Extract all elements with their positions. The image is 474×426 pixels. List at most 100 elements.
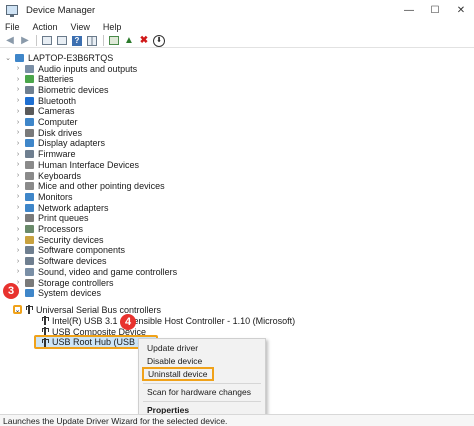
expand-collapse-toggle[interactable]: ⌄ (13, 305, 22, 314)
uninstall-device-button[interactable]: ✖ (138, 35, 150, 47)
chevron-right-icon[interactable]: › (14, 97, 22, 104)
tree-item-label: Disk drives (38, 127, 83, 138)
computer-icon (25, 118, 34, 126)
tree-item-label: Print queues (38, 213, 89, 224)
chevron-right-icon[interactable]: › (14, 172, 22, 179)
chevron-right-icon[interactable]: › (14, 65, 22, 72)
menu-bar: File Action View Help (0, 20, 474, 34)
tree-item-software-components[interactable]: › Software components (14, 245, 125, 256)
context-menu: Update driver Disable device Uninstall d… (138, 338, 266, 418)
tree-item-label: Monitors (38, 191, 73, 202)
title-bar: Device Manager — ☐ ✕ (0, 0, 474, 20)
chevron-right-icon[interactable]: › (14, 140, 22, 147)
battery-icon (25, 75, 34, 84)
menu-uninstall-device[interactable]: Uninstall device (142, 367, 214, 381)
disk-icon (25, 128, 34, 137)
minimize-button[interactable]: — (396, 0, 422, 20)
callout-badge-3: 3 (3, 283, 19, 299)
tree-item-computer[interactable]: › Computer (14, 117, 78, 128)
tree-item-label: Display adapters (38, 138, 106, 149)
chevron-right-icon[interactable]: › (14, 215, 22, 222)
network-icon (25, 203, 34, 212)
menu-help[interactable]: Help (103, 22, 122, 32)
grid-icon (87, 35, 97, 46)
close-button[interactable]: ✕ (448, 0, 474, 20)
tree-item-sound-video-and-game-controllers[interactable]: › Sound, video and game controllers (14, 266, 177, 277)
tree-item-bluetooth[interactable]: › Bluetooth (14, 95, 76, 106)
tree-item-display-adapters[interactable]: › Display adapters (14, 138, 105, 149)
tree-item-batteries[interactable]: › Batteries (14, 74, 74, 85)
chevron-right-icon[interactable]: › (14, 108, 22, 115)
tree-item-usb-host-controller[interactable]: Intel(R) USB 3.1 eXtensible Host Control… (38, 315, 295, 326)
chevron-right-icon[interactable]: › (14, 258, 22, 265)
tree-item-security-devices[interactable]: › Security devices (14, 234, 104, 245)
menu-view[interactable]: View (71, 22, 90, 32)
tree-item-storage-controllers[interactable]: › Storage controllers (14, 277, 114, 288)
update-driver-button[interactable]: ⬇ (153, 34, 165, 47)
usb-icon (41, 316, 49, 325)
menu-disable-device[interactable]: Disable device (147, 355, 202, 367)
display-icon (25, 139, 34, 148)
help-button[interactable]: ? (71, 35, 83, 47)
storage-icon (25, 278, 34, 287)
tree-item-audio-inputs-and-outputs[interactable]: › Audio inputs and outputs (14, 63, 137, 74)
tree-item-human-interface-devices[interactable]: › Human Interface Devices (14, 159, 139, 170)
tree-item-biometric-devices[interactable]: › Biometric devices (14, 84, 109, 95)
bluetooth-icon (25, 96, 34, 105)
menu-update-driver[interactable]: Update driver (147, 342, 198, 354)
maximize-button[interactable]: ☐ (422, 0, 448, 20)
tree-item-label: Cameras (38, 106, 75, 117)
chevron-right-icon[interactable]: › (14, 268, 22, 275)
show-hide-console-tree-button[interactable] (41, 35, 53, 47)
chevron-right-icon[interactable]: › (14, 151, 22, 158)
tree-item-usb-controllers[interactable]: ⌄ Universal Serial Bus controllers (13, 304, 161, 315)
tree-item-label: Biometric devices (38, 84, 109, 95)
chevron-right-icon[interactable]: › (14, 204, 22, 211)
tree-item-label: Mice and other pointing devices (38, 181, 165, 192)
tree-item-network-adapters[interactable]: › Network adapters (14, 202, 109, 213)
chevron-right-icon[interactable]: › (14, 161, 22, 168)
properties-button[interactable] (56, 35, 68, 47)
usb-icon (25, 305, 33, 314)
menu-file[interactable]: File (5, 22, 20, 32)
processor-icon (25, 225, 34, 233)
chevron-down-icon[interactable]: ⌄ (4, 54, 12, 62)
chevron-right-icon[interactable]: › (14, 236, 22, 243)
tree-item-label: Intel(R) USB 3.1 eXtensible Host Control… (52, 315, 296, 326)
window-controls: — ☐ ✕ (396, 0, 474, 20)
tree-root[interactable]: ⌄ LAPTOP-E3B6RTQS (4, 52, 113, 63)
toolbar-separator (36, 35, 37, 46)
tree-item-label: Firmware (38, 149, 76, 160)
forward-button[interactable]: ▶ (19, 35, 31, 47)
tree-item-monitors[interactable]: › Monitors (14, 191, 73, 202)
chevron-right-icon[interactable]: › (14, 247, 22, 254)
tree-item-software-devices[interactable]: › Software devices (14, 256, 107, 267)
system-icon (25, 289, 34, 298)
tree-item-cameras[interactable]: › Cameras (14, 106, 75, 117)
tree-item-label: Software components (38, 245, 126, 256)
chevron-right-icon[interactable]: › (14, 193, 22, 200)
tree-item-keyboards[interactable]: › Keyboards (14, 170, 81, 181)
tree-item-mice-and-other-pointing-devices[interactable]: › Mice and other pointing devices (14, 181, 165, 192)
menu-scan-hardware-changes[interactable]: Scan for hardware changes (147, 386, 251, 398)
tree-item-processors[interactable]: › Processors (14, 224, 83, 235)
tree-item-firmware[interactable]: › Firmware (14, 149, 76, 160)
view-button[interactable] (86, 35, 98, 47)
chevron-right-icon[interactable]: › (14, 76, 22, 83)
chevron-right-icon[interactable]: › (14, 129, 22, 136)
back-button[interactable]: ◀ (4, 35, 16, 47)
tree-item-system-devices[interactable]: ›System devices (14, 288, 101, 299)
chevron-right-icon[interactable]: › (14, 86, 22, 93)
enable-device-button[interactable]: ▲ (123, 35, 135, 47)
window-title: Device Manager (26, 4, 96, 16)
chevron-right-icon[interactable]: › (14, 226, 22, 233)
scan-hardware-button[interactable] (108, 35, 120, 47)
chevron-right-icon[interactable]: › (14, 119, 22, 126)
tree-item-disk-drives[interactable]: › Disk drives (14, 127, 82, 138)
tree-item-label: Keyboards (38, 170, 82, 181)
tree-item-print-queues[interactable]: › Print queues (14, 213, 89, 224)
tree-item-label: Storage controllers (38, 277, 114, 288)
menu-action[interactable]: Action (33, 22, 58, 32)
chevron-right-icon[interactable]: › (14, 183, 22, 190)
component-icon (25, 246, 34, 255)
